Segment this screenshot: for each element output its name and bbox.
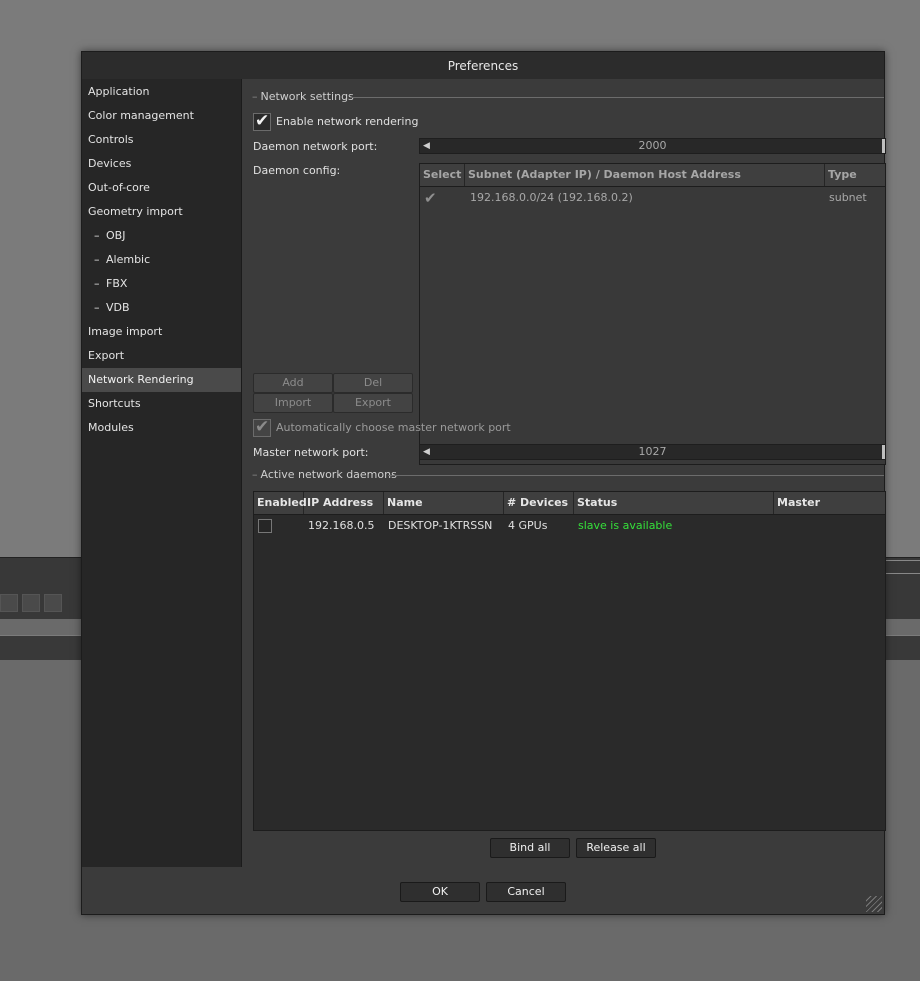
column-header-select[interactable]: Select	[420, 164, 465, 186]
background-lines	[884, 560, 920, 574]
preferences-sidebar: Application Color management Controls De…	[82, 79, 242, 867]
table-header: Select Subnet (Adapter IP) / Daemon Host…	[420, 164, 885, 187]
export-button[interactable]: Export	[333, 393, 413, 413]
sidebar-item-label: Shortcuts	[88, 397, 141, 410]
sidebar-item-label: Modules	[88, 421, 134, 434]
sidebar-item-modules[interactable]: Modules	[82, 416, 241, 440]
master-port-slider[interactable]: ◀ 1027	[419, 444, 886, 460]
auto-master-port-checkbox[interactable]: ✔	[253, 417, 271, 437]
slider-handle[interactable]	[882, 139, 885, 153]
sidebar-item-obj[interactable]: – OBJ	[82, 224, 241, 248]
sidebar-item-label: Devices	[88, 157, 132, 170]
auto-master-port-label: Automatically choose master network port	[276, 421, 511, 434]
config-address-cell[interactable]: 192.168.0.0/24 (192.168.0.2)	[470, 187, 633, 209]
background-toolbar-icons	[0, 592, 62, 614]
column-header-type[interactable]: Type	[825, 164, 885, 186]
sidebar-item-label: VDB	[106, 301, 130, 314]
daemon-name-cell[interactable]: DESKTOP-1KTRSSN	[388, 515, 492, 537]
row-select-check-icon[interactable]: ✔	[424, 187, 437, 209]
gauge-icon[interactable]	[44, 594, 62, 612]
slider-handle[interactable]	[882, 445, 885, 459]
network-settings-group-title: – Network settings	[252, 89, 354, 103]
enable-network-rendering-checkbox[interactable]: ✔	[253, 111, 271, 131]
arrow-left-icon[interactable]: ◀	[423, 445, 430, 459]
sidebar-item-image-import[interactable]: Image import	[82, 320, 241, 344]
sidebar-item-label: Out-of-core	[88, 181, 150, 194]
sidebar-item-label: Alembic	[106, 253, 151, 266]
preferences-dialog: Preferences Application Color management…	[81, 51, 886, 915]
daemon-port-value: 2000	[638, 139, 667, 152]
group-divider	[388, 475, 884, 476]
column-header-status[interactable]: Status	[574, 492, 774, 514]
column-header-address[interactable]: Subnet (Adapter IP) / Daemon Host Addres…	[465, 164, 825, 186]
network-rendering-panel: – Network settings ✔ Enable network rende…	[242, 79, 886, 867]
group-title-text: Network settings	[260, 89, 354, 103]
daemon-config-label: Daemon config:	[253, 164, 341, 177]
column-header-devices[interactable]: # Devices	[504, 492, 574, 514]
daemon-enabled-checkbox[interactable]	[258, 519, 272, 533]
sidebar-item-label: Application	[88, 85, 150, 98]
sidebar-item-fbx[interactable]: – FBX	[82, 272, 241, 296]
dialog-title[interactable]: Preferences	[82, 52, 884, 79]
enable-network-rendering-label: Enable network rendering	[276, 115, 419, 128]
column-header-master[interactable]: Master	[774, 492, 885, 514]
sidebar-item-label: Controls	[88, 133, 134, 146]
daemon-status-cell[interactable]: slave is available	[578, 515, 672, 537]
sidebar-item-geometry-import[interactable]: Geometry import	[82, 200, 241, 224]
sidebar-item-label: FBX	[106, 277, 128, 290]
sidebar-item-color-management[interactable]: Color management	[82, 104, 241, 128]
check-icon: ✔	[255, 111, 270, 131]
sidebar-item-export[interactable]: Export	[82, 344, 241, 368]
sidebar-item-label: Image import	[88, 325, 163, 338]
sub-item-dash: –	[94, 277, 100, 290]
sidebar-item-network-rendering[interactable]: Network Rendering	[82, 368, 241, 392]
bind-all-button[interactable]: Bind all	[490, 838, 570, 858]
config-type-cell[interactable]: subnet	[829, 187, 867, 209]
sub-item-dash: –	[94, 253, 100, 266]
active-daemons-table: Enabled IP Address Name # Devices Status…	[253, 491, 886, 831]
release-all-button[interactable]: Release all	[576, 838, 656, 858]
sidebar-item-shortcuts[interactable]: Shortcuts	[82, 392, 241, 416]
sidebar-item-label: Color management	[88, 109, 194, 122]
column-header-ip[interactable]: IP Address	[304, 492, 384, 514]
resize-grip-icon[interactable]	[866, 896, 882, 912]
sidebar-item-controls[interactable]: Controls	[82, 128, 241, 152]
daemon-ip-cell[interactable]: 192.168.0.5	[308, 515, 374, 537]
sidebar-item-out-of-core[interactable]: Out-of-core	[82, 176, 241, 200]
daemon-devices-cell[interactable]: 4 GPUs	[508, 515, 547, 537]
del-button[interactable]: Del	[333, 373, 413, 393]
sidebar-item-devices[interactable]: Devices	[82, 152, 241, 176]
sidebar-item-vdb[interactable]: – VDB	[82, 296, 241, 320]
add-button[interactable]: Add	[253, 373, 333, 393]
group-title-text: Active network daemons	[260, 467, 397, 481]
ok-button[interactable]: OK	[400, 882, 480, 902]
sidebar-item-label: Network Rendering	[88, 373, 194, 386]
check-icon: ✔	[255, 417, 270, 437]
sidebar-item-alembic[interactable]: – Alembic	[82, 248, 241, 272]
daemon-port-slider[interactable]: ◀ 2000	[419, 138, 886, 154]
daemon-port-label: Daemon network port:	[253, 140, 378, 153]
daemon-config-table: Select Subnet (Adapter IP) / Daemon Host…	[419, 163, 886, 465]
master-port-value: 1027	[638, 445, 667, 458]
cancel-button[interactable]: Cancel	[486, 882, 566, 902]
master-port-label: Master network port:	[253, 446, 369, 459]
sidebar-item-label: Export	[88, 349, 125, 362]
sub-item-dash: –	[94, 301, 100, 314]
dialog-footer: OK Cancel	[82, 867, 884, 914]
active-daemons-group-title: – Active network daemons	[252, 467, 397, 481]
region-icon[interactable]	[22, 594, 40, 612]
sidebar-item-application[interactable]: Application	[82, 80, 241, 104]
sidebar-item-label: Geometry import	[88, 205, 183, 218]
sidebar-item-label: OBJ	[106, 229, 126, 242]
column-header-name[interactable]: Name	[384, 492, 504, 514]
camera-icon[interactable]	[0, 594, 18, 612]
arrow-left-icon[interactable]: ◀	[423, 139, 430, 153]
sub-item-dash: –	[94, 229, 100, 242]
import-button[interactable]: Import	[253, 393, 333, 413]
group-divider	[350, 97, 884, 98]
column-header-enabled[interactable]: Enabled	[254, 492, 307, 514]
table-header: Enabled IP Address Name # Devices Status…	[254, 492, 885, 515]
